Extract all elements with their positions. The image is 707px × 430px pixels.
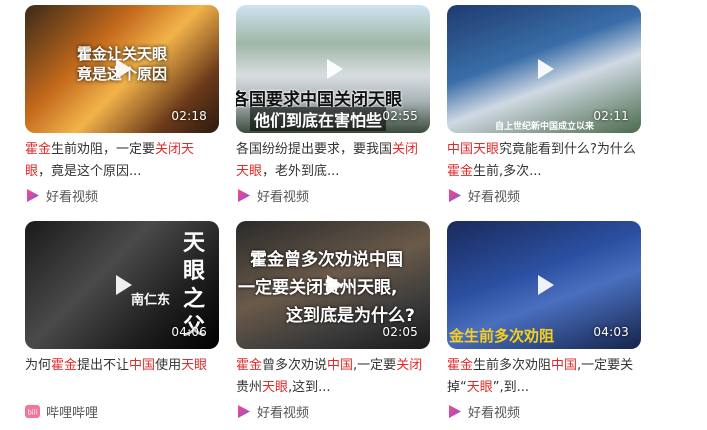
title-segment: 霍金 (236, 358, 263, 373)
video-results-grid: 霍金让关天眼 竟是这个原因 02:18 霍金生前劝阻，一定要关闭天眼，竟是这个原因..… (0, 0, 707, 430)
title-segment: ，竟是这个原因... (38, 164, 142, 179)
video-duration: 02:05 (382, 325, 418, 339)
video-source[interactable]: 好看视频 (447, 185, 641, 205)
title-segment: 中国 (551, 358, 578, 373)
haokan-play-icon (25, 188, 40, 203)
video-thumbnail[interactable]: 各国要求中国关闭天眼 他们到底在害怕些 02:55 (236, 5, 430, 133)
title-segment: 关闭 (396, 358, 423, 373)
haokan-play-icon (447, 404, 462, 419)
play-icon[interactable] (116, 275, 132, 295)
video-source[interactable]: 好看视频 (25, 185, 219, 205)
video-title-link[interactable]: 为何霍金提出不让中国使用天眼 (25, 355, 215, 399)
play-icon[interactable] (538, 275, 554, 295)
video-title-link[interactable]: 霍金生前劝阻，一定要关闭天眼，竟是这个原因... (25, 139, 215, 183)
caption-line: 他们到底在害怕些 (250, 107, 387, 131)
title-segment: 天眼 (262, 380, 289, 395)
play-icon[interactable] (116, 59, 132, 79)
play-icon[interactable] (327, 275, 343, 295)
video-thumbnail[interactable]: 天眼之父南仁东 04:06 (25, 221, 219, 349)
video-card[interactable]: 天眼之父南仁东 04:06 为何霍金提出不让中国使用天眼 bili 哔哩哔哩 (25, 221, 219, 421)
title-segment: 霍金 (51, 358, 78, 373)
title-segment: 霍金 (447, 164, 474, 179)
title-segment: 曾多次劝说 (262, 358, 328, 373)
title-segment: 生前,多次... (473, 164, 542, 179)
haokan-play-icon (447, 188, 462, 203)
title-segment: 天眼 (466, 380, 493, 395)
caption-line: 这到底是为什么? (286, 306, 415, 326)
title-segment: 生前劝阻，一定要 (51, 142, 156, 157)
svg-text:bili: bili (27, 408, 37, 416)
video-card[interactable]: 霍金让关天眼 竟是这个原因 02:18 霍金生前劝阻，一定要关闭天眼，竟是这个原因..… (25, 5, 219, 205)
video-card[interactable]: 自上世纪新中国成立以来 02:11 中国天眼究竟能看到什么?为什么霍金生前,多次..… (447, 5, 641, 205)
title-segment: 提出不让 (77, 358, 130, 373)
haokan-play-icon (236, 188, 251, 203)
caption-line: 一定要关闭贵州天眼, (238, 278, 398, 298)
title-segment: 究竟能看到什么?为什么 (499, 142, 636, 157)
video-duration: 02:18 (171, 109, 207, 123)
video-source[interactable]: 好看视频 (447, 401, 641, 421)
title-segment: ，老外到底... (262, 164, 340, 179)
title-segment: 中国 (327, 358, 354, 373)
video-thumbnail[interactable]: 霍金曾多次劝说中国一定要关闭贵州天眼, 这到底是为什么? 02:05 (236, 221, 430, 349)
video-title-link[interactable]: 霍金生前多次劝阻中国,一定要关掉“天眼”,到... (447, 355, 637, 399)
caption-line: 自上世纪新中国成立以来 (495, 122, 595, 132)
title-segment: 使用 (155, 358, 182, 373)
bilibili-icon: bili (25, 404, 40, 419)
video-source[interactable]: 好看视频 (236, 185, 430, 205)
video-title-link[interactable]: 霍金曾多次劝说中国,一定要关闭贵州天眼,这到... (236, 355, 426, 399)
video-title-link[interactable]: 中国天眼究竟能看到什么?为什么霍金生前,多次... (447, 139, 637, 183)
title-segment: 中国 (129, 358, 156, 373)
title-segment: 各国纷纷提出要求，要我国 (236, 142, 393, 157)
title-segment: 天眼 (181, 358, 208, 373)
title-segment: ”,到... (492, 380, 530, 395)
video-duration: 02:55 (382, 109, 418, 123)
video-duration: 04:06 (171, 325, 207, 339)
play-icon[interactable] (327, 59, 343, 79)
caption-line: 金生前多次劝阻 (449, 327, 555, 345)
video-thumbnail[interactable]: 金生前多次劝阻 04:03 (447, 221, 641, 349)
source-label: 好看视频 (468, 405, 521, 421)
haokan-play-icon (236, 404, 251, 419)
source-label: 好看视频 (46, 189, 99, 205)
source-label: 好看视频 (257, 189, 310, 205)
caption-line: 南仁东 (131, 293, 171, 308)
title-segment: 霍金 (25, 142, 52, 157)
source-label: 好看视频 (257, 405, 310, 421)
video-source[interactable]: bili 哔哩哔哩 (25, 401, 219, 421)
source-label: 好看视频 (468, 189, 521, 205)
video-title-link[interactable]: 各国纷纷提出要求，要我国关闭天眼，老外到底... (236, 139, 426, 183)
caption-line: 霍金曾多次劝说中国 (250, 250, 403, 270)
video-card[interactable]: 各国要求中国关闭天眼 他们到底在害怕些 02:55 各国纷纷提出要求，要我国关闭天眼，… (236, 5, 430, 205)
title-segment: 贵州 (236, 380, 263, 395)
title-segment: ,一定要 (353, 358, 397, 373)
video-thumbnail[interactable]: 霍金让关天眼 竟是这个原因 02:18 (25, 5, 219, 133)
play-icon[interactable] (538, 59, 554, 79)
video-duration: 02:11 (593, 109, 629, 123)
title-segment: 中国天眼 (447, 142, 500, 157)
video-card[interactable]: 霍金曾多次劝说中国 一定要关闭贵州天眼, 这到底是为什么? 02:05 霍金曾多次劝说中… (236, 221, 430, 421)
title-segment: 霍金 (447, 358, 474, 373)
title-segment: 生前多次劝阻 (473, 358, 552, 373)
video-duration: 04:03 (593, 325, 629, 339)
video-thumbnail[interactable]: 自上世纪新中国成立以来 02:11 (447, 5, 641, 133)
video-source[interactable]: 好看视频 (236, 401, 430, 421)
title-segment: 为何 (25, 358, 52, 373)
video-card[interactable]: 金生前多次劝阻 04:03 霍金生前多次劝阻中国,一定要关掉“天眼”,到... 好看视… (447, 221, 641, 421)
title-segment: ,这到... (288, 380, 331, 395)
source-label: 哔哩哔哩 (46, 405, 99, 421)
